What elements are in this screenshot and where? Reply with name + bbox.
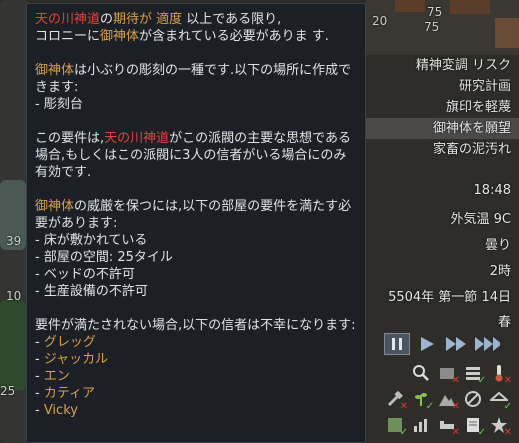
pause-button[interactable] <box>384 333 410 355</box>
cell-number: 10 <box>6 289 22 303</box>
cell-number: 20 <box>372 14 388 28</box>
clock-time: 18:48 <box>473 183 511 198</box>
superfast-icon <box>475 337 500 351</box>
date: 5504年 第一節 14日 <box>388 290 511 305</box>
believer-name: ジャッカル <box>43 352 109 367</box>
tooltip-text: が含まれている必要がありま す. <box>139 29 329 44</box>
ideo-name: 天の川神道 <box>35 12 101 27</box>
tooltip-text: は小ぶりの彫刻の一種です.以下の場所に作成できます: <box>35 63 352 95</box>
relic-name: 御神体 <box>35 199 75 214</box>
mountain-icon[interactable]: ✕ <box>436 388 460 412</box>
tooltip-text: 要件が満たされない場合,以下の信者は不幸になります: <box>35 318 356 333</box>
room-requirement: - 床が敷かれている <box>35 233 148 248</box>
room-requirement: - 部屋の空間: 25タイル <box>35 250 173 265</box>
pause-icon <box>392 338 402 350</box>
bed-icon[interactable]: ✕ <box>436 414 460 438</box>
growing-icon[interactable]: ✓ <box>410 388 434 412</box>
search-icon[interactable] <box>410 362 432 384</box>
tooltip-text: 以上である限り, <box>182 12 282 27</box>
alert-disdained-banner[interactable]: 旗印を軽蔑 <box>366 97 519 118</box>
bullet: - <box>35 403 44 418</box>
tooltip-text: - 彫刻台 <box>35 97 83 112</box>
relic-name: 御神体 <box>100 29 140 44</box>
expectation-text: 期待が 適度 <box>113 12 183 27</box>
hour: 2時 <box>489 264 511 279</box>
believer-name: グレッグ <box>43 335 96 350</box>
tooltip-text: の威厳を保つには,以下の部屋の要件を満たす必要があります: <box>35 199 352 231</box>
area-icon[interactable]: ✕ <box>436 362 460 386</box>
alert-tooltip: 天の川神道の期待が 適度 以上である限り, コロニーに御神体が含まれている必要が… <box>26 3 366 443</box>
play-icon <box>421 337 434 351</box>
believer-name: カティア <box>43 386 96 401</box>
tooltip-paragraph-5: 要件が満たされない場合,以下の信者は不幸になります: - グレッグ - ジャッカ… <box>35 317 357 419</box>
bullet: - <box>35 369 44 384</box>
tooltip-text: この要件は, <box>35 131 105 146</box>
cell-number: 39 <box>6 234 22 248</box>
stack-icon[interactable]: ✓ <box>462 362 486 386</box>
globe-icon[interactable] <box>462 388 484 410</box>
alert-animal-filth[interactable]: 家畜の泥汚れ <box>366 139 519 160</box>
bullet: - <box>35 386 44 401</box>
hammer-icon[interactable]: ✕ <box>384 388 408 412</box>
tooltip-paragraph-2: 御神体は小ぶりの彫刻の一種です.以下の場所に作成できます: - 彫刻台 <box>35 62 357 113</box>
alerts-panel: 精神変調 リスク 研究計画 旗印を軽蔑 御神体を願望 家畜の泥汚れ <box>366 55 519 160</box>
fast-forward-icon <box>446 337 466 351</box>
fast-speed-button[interactable] <box>444 333 470 355</box>
room-requirement: - ベッドの不許可 <box>35 267 135 282</box>
beauty-icon[interactable]: ✕ <box>488 414 512 438</box>
note-icon[interactable]: ✓ <box>462 414 486 438</box>
alert-research-project[interactable]: 研究計画 <box>366 76 519 97</box>
chart-icon[interactable] <box>410 414 432 436</box>
tooltip-paragraph-4: 御神体の威厳を保つには,以下の部屋の要件を満たす必要があります: - 床が敷かれ… <box>35 198 357 300</box>
believer-name: エン <box>43 369 70 384</box>
roof-icon[interactable]: ✓ <box>488 388 512 412</box>
season: 春 <box>497 315 511 330</box>
cell-number: 75 <box>427 5 443 19</box>
tooltip-text: コロニーに <box>35 29 101 44</box>
play-settings: ✕ ✓ ✕ ✕ ✓ ✕ ✓ ✓ ✕ ✓ ✕ <box>387 362 519 440</box>
cell-number: 25 <box>0 384 16 398</box>
alert-mental-break-risk[interactable]: 精神変調 リスク <box>366 55 519 76</box>
outdoor-temperature: 外気温 9C <box>450 212 511 227</box>
time-speed-controls <box>384 333 500 355</box>
temperature-icon[interactable]: ✕ <box>488 362 512 386</box>
tooltip-text: の <box>100 12 114 27</box>
tooltip-paragraph-1: 天の川神道の期待が 適度 以上である限り, コロニーに御神体が含まれている必要が… <box>35 11 357 45</box>
ideo-name: 天の川神道 <box>104 131 170 146</box>
normal-speed-button[interactable] <box>414 333 440 355</box>
believer-name: Vicky <box>43 403 78 418</box>
zone-icon[interactable]: ✓ <box>384 414 408 438</box>
tooltip-paragraph-3: この要件は,天の川神道がこの派閥の主要な思想である場合,もしくはこの派閥に3人の… <box>35 130 357 181</box>
weather: 曇り <box>484 238 511 253</box>
room-requirement: - 生産設備の不許可 <box>35 284 148 299</box>
relic-name: 御神体 <box>35 63 75 78</box>
superfast-speed-button[interactable] <box>474 333 500 355</box>
alert-relic-desired[interactable]: 御神体を願望 <box>366 118 519 139</box>
bullet: - <box>35 352 44 367</box>
cell-number: 75 <box>424 20 440 34</box>
bullet: - <box>35 335 44 350</box>
